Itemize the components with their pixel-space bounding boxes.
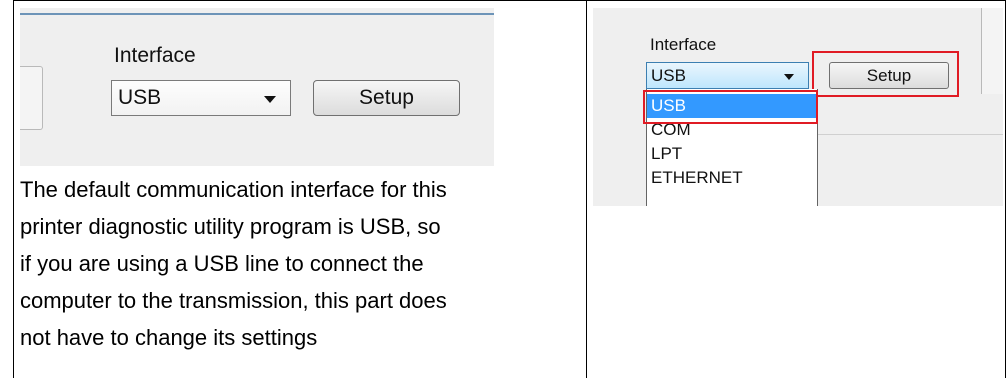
description-line: The default communication interface for … [20,177,447,202]
adjacent-panel-edge [20,66,43,130]
setup-highlight-box [812,51,959,97]
separator-line [818,134,1003,135]
table-border-left [13,0,14,378]
interface-label: Interface [114,44,196,67]
chevron-down-icon[interactable] [264,96,276,103]
description-line: not have to change its settings [20,325,318,350]
setup-button[interactable]: Setup [313,80,460,116]
dropdown-option-ethernet[interactable]: ETHERNET [647,166,817,190]
dropdown-option-lpt[interactable]: LPT [647,142,817,166]
usb-option-highlight-box [643,90,818,124]
interface-screenshot-right: Interface USB Setup USB COM LPT ETHERNET [593,8,1003,206]
interface-label: Interface [650,35,717,54]
interface-screenshot-left: Interface USB Setup [20,8,494,166]
description-line: computer to the transmission, this part … [20,288,447,313]
window-edge-line [20,13,494,15]
table-border-top [13,0,1006,1]
description-line: if you are using a USB line to connect t… [20,251,424,276]
interface-combobox[interactable]: USB [646,62,809,89]
interface-combobox[interactable]: USB [111,80,291,116]
interface-combobox-value: USB [651,66,686,85]
chevron-down-icon[interactable] [784,74,794,80]
table-border-middle [586,0,587,378]
adjacent-panel-edge [981,8,1003,94]
interface-combobox-value: USB [118,86,162,109]
description-line: printer diagnostic utility program is US… [20,214,441,239]
